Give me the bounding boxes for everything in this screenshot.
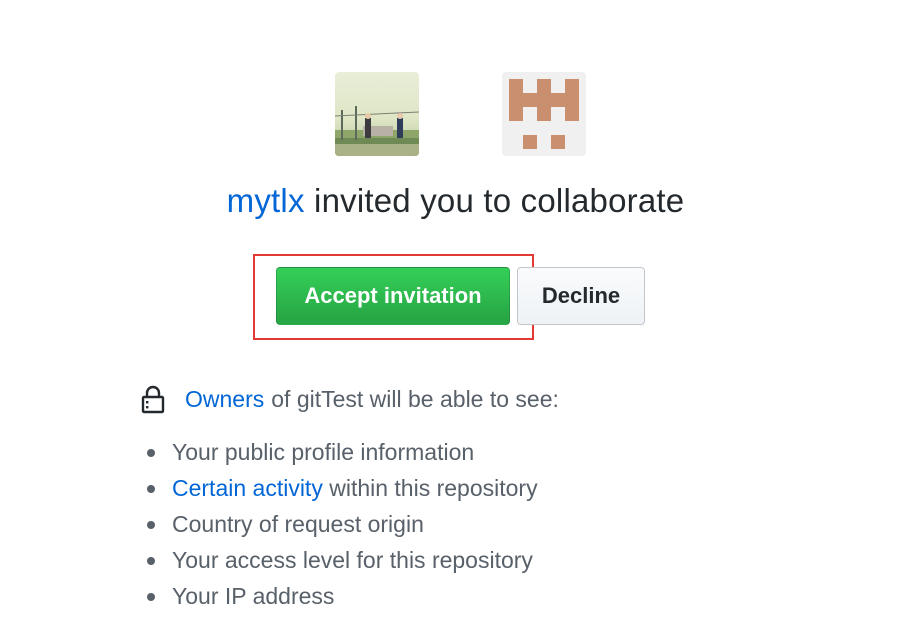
invitation-heading: mytlx invited you to collaborate [0,178,911,224]
inviter-avatar-image [335,72,419,156]
owners-link[interactable]: Owners [185,386,264,413]
list-item: Your access level for this repository [141,542,538,578]
list-item-text: Country of request origin [172,511,424,537]
list-item: Your IP address [141,578,538,614]
invitation-page: mytlx invited you to collaborate Accept … [0,0,911,622]
list-item: Your public profile information [141,434,538,470]
list-item: Country of request origin [141,506,538,542]
lock-icon [141,385,165,414]
invitation-heading-text: invited you to collaborate [314,182,685,219]
owners-notice: Owners of gitTest will be able to see: [141,383,559,415]
visible-info-list: Your public profile information Certain … [141,434,538,614]
list-item-text: Your access level for this repository [172,547,533,573]
owners-notice-text: of gitTest will be able to see: [271,385,559,412]
certain-activity-link[interactable]: Certain activity [172,475,323,501]
list-item-text: Your IP address [172,583,335,609]
inviter-username-link[interactable]: mytlx [227,182,305,219]
inviter-avatar[interactable] [335,72,419,156]
decline-button[interactable]: Decline [517,267,645,325]
identicon-icon [502,72,586,156]
accept-invitation-button[interactable]: Accept invitation [276,267,510,325]
list-item: Certain activity within this repository [141,470,538,506]
list-item-text: within this repository [322,475,538,501]
list-item-text: Your public profile information [172,439,475,465]
repo-owner-avatar[interactable] [502,72,586,156]
